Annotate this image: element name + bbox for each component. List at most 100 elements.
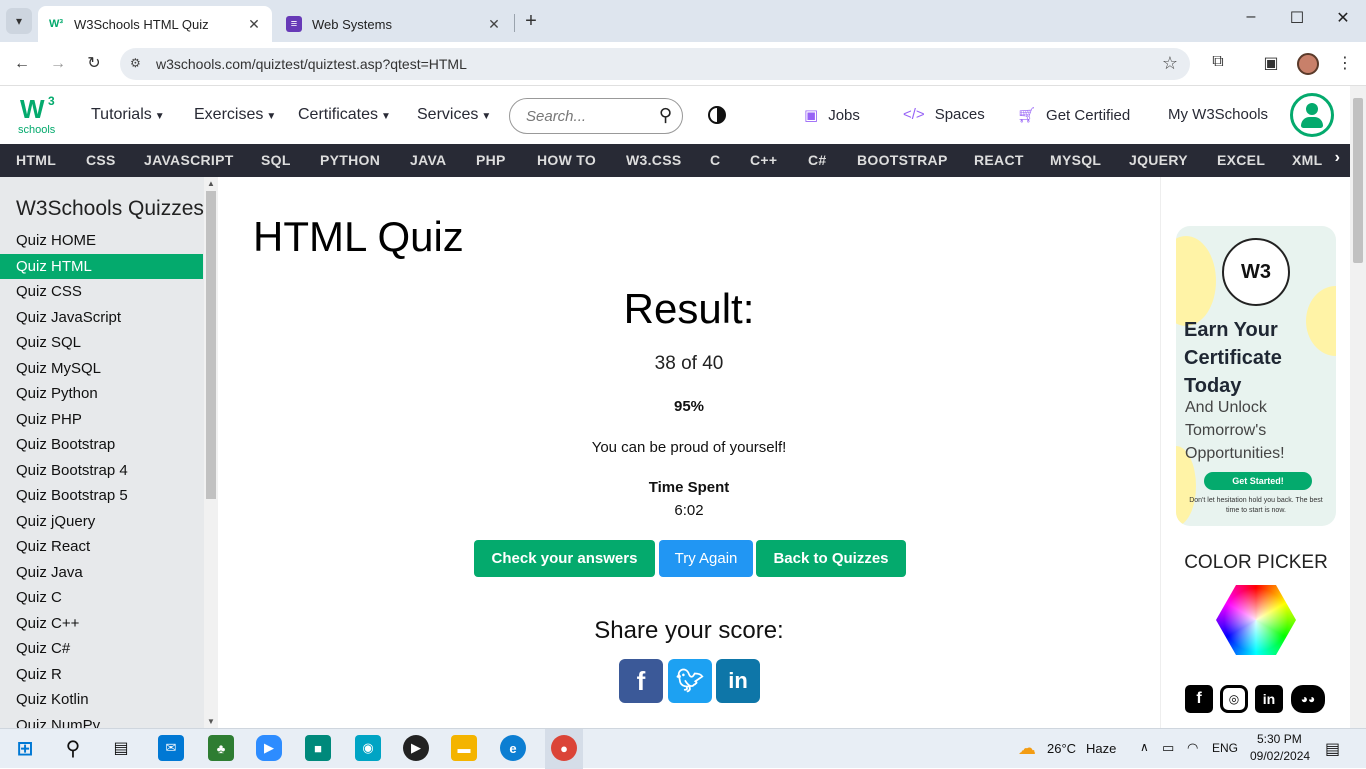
new-tab-button[interactable]: + xyxy=(520,10,542,32)
file-explorer-icon[interactable]: ▬ xyxy=(451,735,477,761)
sidebar-item[interactable]: Quiz SQL xyxy=(0,330,203,356)
subnav-item[interactable]: HTML xyxy=(16,152,56,168)
maximize-button[interactable]: ☐ xyxy=(1274,8,1320,28)
sidebar-item[interactable]: Quiz MySQL xyxy=(0,356,203,382)
sidebar-item[interactable]: Quiz CSS xyxy=(0,279,203,305)
sidebar-item[interactable]: Quiz C xyxy=(0,585,203,611)
subnav-item[interactable]: C# xyxy=(808,152,827,168)
sidebar-item-active[interactable]: Quiz HTML xyxy=(0,253,203,279)
certificate-ad[interactable]: W3 Earn Your Certificate Today And Unloc… xyxy=(1176,226,1336,526)
subnav-item[interactable]: MYSQL xyxy=(1050,152,1101,168)
subnav-item[interactable]: W3.CSS xyxy=(626,152,681,168)
subnav-item[interactable]: C xyxy=(710,152,720,168)
subnav-item[interactable]: PYTHON xyxy=(320,152,380,168)
task-view-icon[interactable]: ▤ xyxy=(108,735,134,761)
sidebar-scrollbar[interactable]: ▲ ▼ xyxy=(204,177,218,728)
facebook-icon[interactable]: f xyxy=(619,659,663,703)
discord-icon[interactable]: ◕◕ xyxy=(1291,685,1325,713)
subnav-item[interactable]: BOOTSTRAP xyxy=(857,152,948,168)
tab-web-systems[interactable]: ≡ Web Systems ✕ xyxy=(276,6,512,42)
w3schools-logo[interactable]: W 3 schools xyxy=(16,92,60,138)
close-window-button[interactable]: ✕ xyxy=(1320,8,1366,28)
subnav-item[interactable]: JAVASCRIPT xyxy=(144,152,234,168)
zoom-icon[interactable]: ▶ xyxy=(256,735,282,761)
windows-start-icon[interactable]: ⊞ xyxy=(12,735,38,761)
media-player-icon[interactable]: ▶ xyxy=(403,735,429,761)
facebook-icon[interactable]: f xyxy=(1185,685,1213,713)
subnav-item[interactable]: REACT xyxy=(974,152,1024,168)
get-started-button[interactable]: Get Started! xyxy=(1204,472,1312,490)
my-w3schools-link[interactable]: My W3Schools xyxy=(1168,106,1268,123)
sidebar-item[interactable]: Quiz PHP xyxy=(0,407,203,433)
subnav-item[interactable]: SQL xyxy=(261,152,291,168)
close-tab-icon[interactable]: ✕ xyxy=(246,16,262,33)
sidebar-item[interactable]: Quiz Bootstrap 4 xyxy=(0,458,203,484)
clock-date[interactable]: 09/02/2024 xyxy=(1250,749,1310,763)
page-scroll-thumb[interactable] xyxy=(1353,98,1363,263)
sidebar-item[interactable]: Quiz Bootstrap xyxy=(0,432,203,458)
subnav-item[interactable]: JQUERY xyxy=(1129,152,1188,168)
sidebar-item[interactable]: Quiz JavaScript xyxy=(0,305,203,331)
sidebar-item[interactable]: Quiz Bootstrap 5 xyxy=(0,483,203,509)
menu-exercises[interactable]: Exercises ▼ xyxy=(194,106,276,124)
reload-icon[interactable]: ↻ xyxy=(82,52,106,76)
weather-desc[interactable]: Haze xyxy=(1086,741,1116,756)
clock-time[interactable]: 5:30 PM xyxy=(1257,732,1302,746)
edge-icon[interactable]: e xyxy=(500,735,526,761)
sidebar-item[interactable]: Quiz React xyxy=(0,534,203,560)
tab-w3schools[interactable]: W³ W3Schools HTML Quiz ✕ xyxy=(38,6,272,42)
subnav-item[interactable]: EXCEL xyxy=(1217,152,1265,168)
search-input[interactable]: Search... ⚲ xyxy=(509,98,683,134)
browser-menu-icon[interactable]: ⋮ xyxy=(1334,53,1356,73)
weather-icon[interactable]: ☁ xyxy=(1014,735,1040,761)
sidebar-item[interactable]: Quiz jQuery xyxy=(0,509,203,535)
subnav-item[interactable]: C++ xyxy=(750,152,777,168)
subnav-item[interactable]: XML xyxy=(1292,152,1322,168)
sidebar-item[interactable]: Quiz Python xyxy=(0,381,203,407)
scroll-down-icon[interactable]: ▼ xyxy=(207,717,215,726)
spaces-link[interactable]: </> Spaces xyxy=(903,106,985,123)
wifi-icon[interactable]: ◠ xyxy=(1187,740,1198,756)
subnav-item[interactable]: HOW TO xyxy=(537,152,596,168)
back-arrow-icon[interactable]: ← xyxy=(10,52,34,76)
search-icon[interactable]: ⚲ xyxy=(659,105,672,126)
jobs-link[interactable]: ▣ Jobs xyxy=(804,106,860,124)
mail-icon[interactable]: ✉ xyxy=(158,735,184,761)
minimize-button[interactable]: – xyxy=(1228,8,1274,26)
sidebar-item[interactable]: Quiz C# xyxy=(0,636,203,662)
linkedin-icon[interactable]: in xyxy=(716,659,760,703)
sidebar-scroll-thumb[interactable] xyxy=(206,191,216,499)
try-again-button[interactable]: Try Again xyxy=(659,540,753,577)
sidebar-item[interactable]: Quiz HOME xyxy=(0,228,203,254)
site-info-icon[interactable]: ⚙ xyxy=(130,56,141,70)
menu-certificates[interactable]: Certificates ▼ xyxy=(298,106,391,124)
app-icon[interactable]: ◉ xyxy=(355,735,381,761)
meet-icon[interactable]: ■ xyxy=(305,735,331,761)
user-account-icon[interactable] xyxy=(1290,93,1334,137)
get-certified-link[interactable]: 🛒︎ Get Certified xyxy=(1017,106,1130,124)
twitter-icon[interactable]: 🐦︎ xyxy=(668,659,712,703)
forward-arrow-icon[interactable]: → xyxy=(46,52,70,76)
url-text[interactable]: w3schools.com/quiztest/quiztest.asp?qtes… xyxy=(156,56,467,72)
scroll-up-icon[interactable]: ▲ xyxy=(207,179,215,188)
search-icon[interactable]: ⚲ xyxy=(60,735,86,761)
language-indicator[interactable]: ENG xyxy=(1212,741,1238,755)
profile-avatar[interactable] xyxy=(1297,53,1319,75)
linkedin-icon[interactable]: in xyxy=(1255,685,1283,713)
battery-icon[interactable]: ▭ xyxy=(1162,740,1174,756)
back-to-quizzes-button[interactable]: Back to Quizzes xyxy=(756,540,906,577)
check-answers-button[interactable]: Check your answers xyxy=(474,540,655,577)
menu-services[interactable]: Services ▼ xyxy=(417,106,491,124)
solitaire-icon[interactable]: ♣ xyxy=(208,735,234,761)
weather-temp[interactable]: 26°C xyxy=(1047,741,1076,756)
subnav-item[interactable]: JAVA xyxy=(410,152,446,168)
chrome-icon[interactable]: ● xyxy=(551,735,577,761)
side-panel-icon[interactable]: ▣ xyxy=(1260,53,1282,73)
sidebar-item[interactable]: Quiz Kotlin xyxy=(0,687,203,713)
sidebar-item[interactable]: Quiz NumPy xyxy=(0,713,203,729)
extensions-icon[interactable]: ⧉ xyxy=(1207,53,1229,71)
address-bar[interactable]: ⚙ w3schools.com/quiztest/quiztest.asp?qt… xyxy=(120,48,1190,80)
page-scrollbar[interactable] xyxy=(1350,86,1366,728)
sidebar-item[interactable]: Quiz C++ xyxy=(0,611,203,637)
close-tab-icon[interactable]: ✕ xyxy=(486,16,502,33)
